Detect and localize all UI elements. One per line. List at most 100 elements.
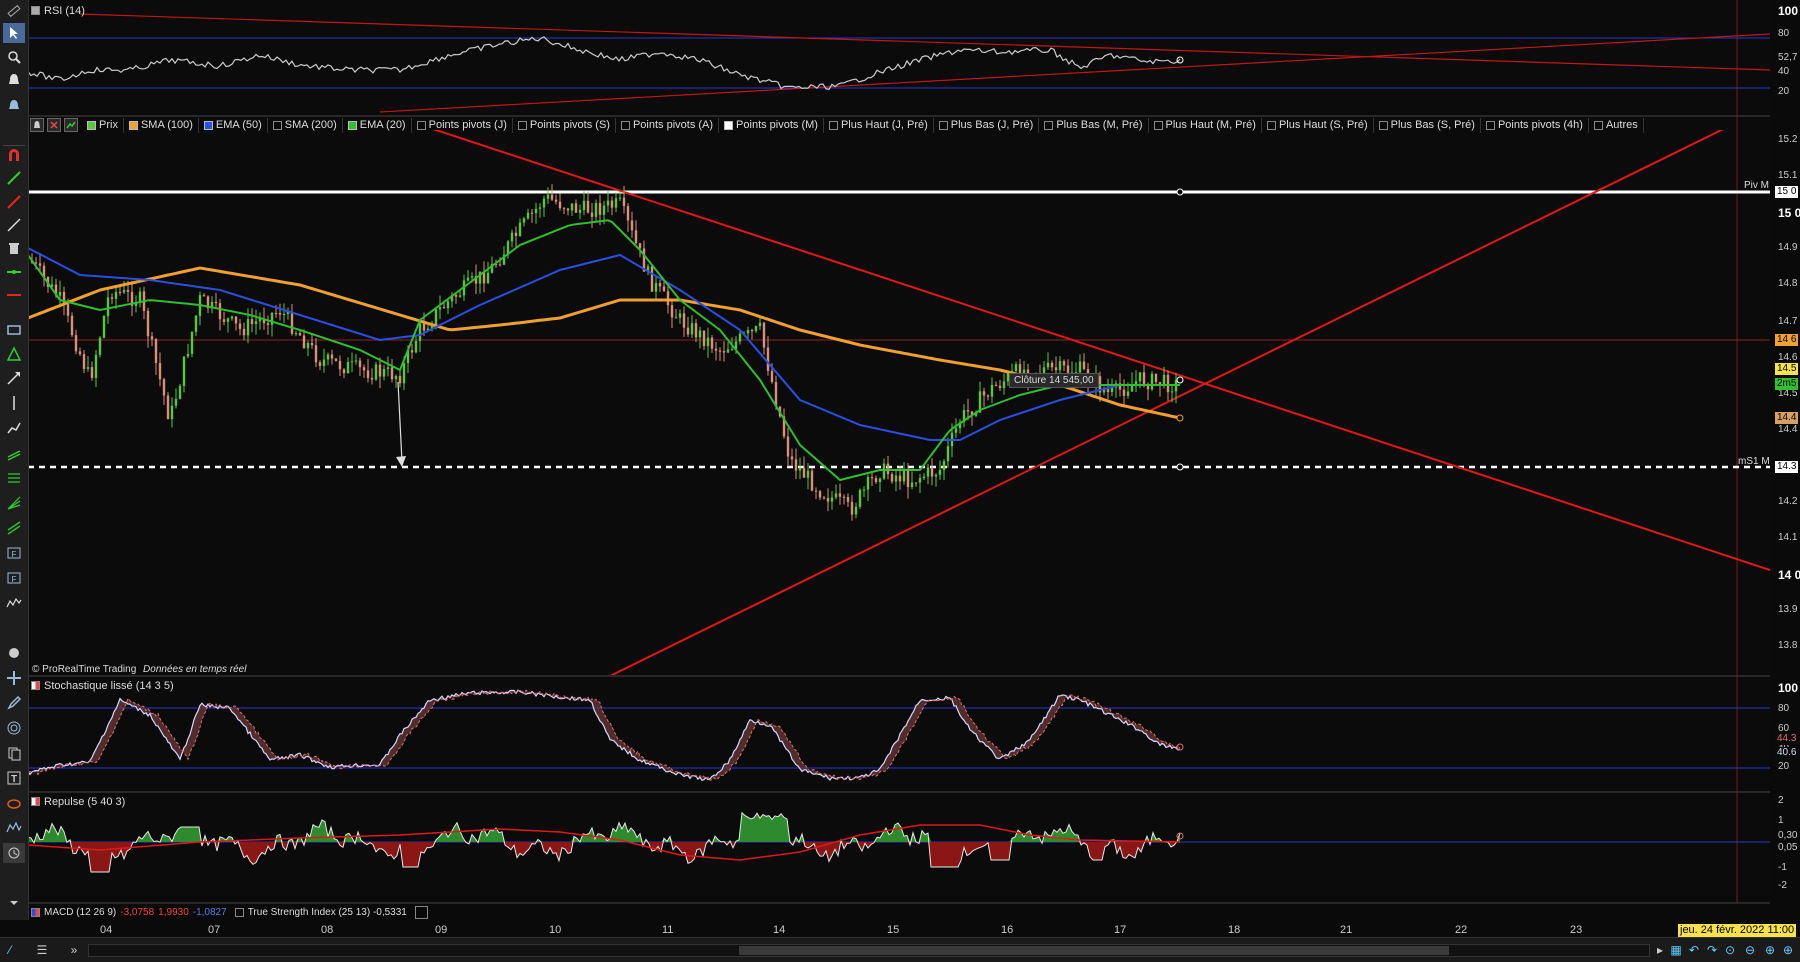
sma-end-marker[interactable]	[1176, 414, 1184, 422]
line-green-icon[interactable]	[3, 168, 25, 188]
alert-icon[interactable]	[3, 70, 25, 90]
chip-checkbox[interactable]	[272, 120, 282, 130]
indicator-chip[interactable]: Plus Bas (M, Pré)	[1039, 117, 1149, 133]
popout-icon[interactable]	[414, 906, 428, 919]
zoom-icon[interactable]	[3, 47, 25, 67]
scroll-left-icon[interactable]: »	[66, 942, 82, 958]
chip-checkbox[interactable]	[620, 120, 630, 130]
spiral-icon[interactable]	[3, 718, 25, 738]
chip-checkbox[interactable]	[416, 120, 426, 130]
chip-checkbox[interactable]	[1485, 120, 1495, 130]
magnet-icon[interactable]	[3, 145, 25, 166]
expand-down-icon[interactable]	[3, 893, 25, 913]
line-white-icon[interactable]	[3, 215, 25, 235]
indicator-chip[interactable]: Plus Bas (S, Pré)	[1374, 117, 1481, 133]
indicator-chip[interactable]: Plus Haut (S, Pré)	[1262, 117, 1374, 133]
bell-icon[interactable]	[30, 118, 44, 132]
indicator-chip[interactable]: Points pivots (4h)	[1481, 117, 1589, 133]
chip-checkbox[interactable]	[1266, 120, 1276, 130]
elliott-wave-icon[interactable]	[3, 818, 25, 838]
copy-icon[interactable]	[3, 743, 25, 763]
indicator-chip[interactable]: Plus Bas (J, Pré)	[934, 117, 1040, 133]
fibonacci-icon[interactable]	[3, 468, 25, 488]
chip-label: Points pivots (M)	[736, 119, 818, 131]
stoch-panel-bg	[28, 677, 1770, 792]
indicator-chip[interactable]: SMA (100)	[124, 117, 199, 133]
indicator-chip[interactable]: Points pivots (M)	[719, 117, 824, 133]
line-red-icon[interactable]	[3, 192, 25, 212]
menu-icon[interactable]: ☰	[34, 942, 50, 958]
fibo-retracement-icon[interactable]: F	[3, 543, 25, 563]
pen-icon[interactable]	[3, 693, 25, 713]
y-tick-label: 2	[1778, 795, 1784, 806]
zoom-out-icon[interactable]: ⊖	[1742, 942, 1758, 958]
chip-checkbox[interactable]	[1378, 120, 1388, 130]
zoom-in-icon[interactable]: ⊕	[1762, 942, 1778, 958]
zoom-reset-icon[interactable]: ⊙	[1722, 942, 1738, 958]
scroll-right-icon[interactable]: ▸	[1652, 942, 1668, 958]
chip-checkbox[interactable]	[1153, 120, 1163, 130]
chip-checkbox[interactable]	[87, 120, 96, 130]
ruler-icon[interactable]	[3, 1, 25, 21]
candle-body	[150, 336, 154, 340]
hline-red-icon[interactable]	[3, 285, 25, 305]
indicator-chip[interactable]: Points pivots (S)	[513, 117, 616, 133]
undo-icon[interactable]: ↶	[1686, 942, 1702, 958]
add-indicator-icon[interactable]	[64, 118, 78, 132]
chip-checkbox[interactable]	[828, 120, 838, 130]
indicator-chip[interactable]: EMA (20)	[343, 117, 412, 133]
scrollbar-thumb[interactable]	[739, 946, 1449, 955]
fibonacci-arc-icon[interactable]	[3, 518, 25, 538]
chip-checkbox[interactable]	[517, 120, 527, 130]
close-icon[interactable]	[47, 118, 61, 132]
chip-checkbox[interactable]	[724, 120, 734, 130]
trash-icon[interactable]	[3, 238, 25, 258]
cursor-icon[interactable]	[3, 23, 25, 43]
indicator-chip[interactable]: Plus Haut (J, Pré)	[824, 117, 934, 133]
chip-checkbox[interactable]	[1593, 120, 1603, 130]
indicator-chip[interactable]: Plus Haut (M, Pré)	[1149, 117, 1262, 133]
indicator-chip[interactable]: Prix	[82, 117, 124, 133]
chip-checkbox[interactable]	[938, 120, 948, 130]
arrow-icon[interactable]	[3, 368, 25, 388]
x-tick-label: 08	[321, 924, 334, 936]
chart-type-icon[interactable]: ⁄	[2, 942, 18, 958]
indicator-chip[interactable]: Autres	[1589, 117, 1644, 133]
vline-icon[interactable]	[3, 393, 25, 413]
triangle-icon[interactable]	[3, 344, 25, 364]
ellipse-icon[interactable]	[3, 794, 25, 814]
chip-checkbox[interactable]	[347, 120, 357, 130]
ms1-end-marker[interactable]	[1176, 463, 1184, 471]
zigzag-icon[interactable]	[3, 593, 25, 613]
chip-checkbox[interactable]	[1044, 120, 1054, 130]
stoch-panel-title[interactable]: Stochastique lissé (14 3 5)	[31, 678, 174, 693]
price-end-marker[interactable]	[1176, 376, 1184, 384]
alert-plus-icon[interactable]	[3, 95, 25, 115]
chart-canvas[interactable]	[0, 0, 1800, 961]
polyline-icon[interactable]	[3, 418, 25, 438]
indicator-chip[interactable]: EMA (50)	[199, 117, 268, 133]
indicator-chip[interactable]: Points pivots (J)	[412, 117, 513, 133]
candle-body	[594, 203, 598, 217]
macd-label-row[interactable]: MACD (12 26 9) -3,0758 1,9930 -1,0827 Tr…	[31, 905, 428, 920]
redo-icon[interactable]: ↷	[1704, 942, 1720, 958]
move-icon[interactable]	[3, 668, 25, 688]
zoom-fit-icon[interactable]: ⊕	[1780, 942, 1796, 958]
hline-green-icon[interactable]	[3, 262, 25, 282]
period-icon[interactable]	[3, 843, 25, 863]
gann-icon[interactable]	[3, 643, 25, 663]
pivot-end-marker[interactable]	[1176, 188, 1184, 196]
rsi-panel-title[interactable]: RSI (14)	[31, 3, 85, 18]
channel-icon[interactable]	[3, 444, 25, 464]
chip-checkbox[interactable]	[128, 120, 138, 130]
horizontal-scrollbar[interactable]	[88, 944, 1650, 957]
indicator-chip[interactable]: SMA (200)	[268, 117, 343, 133]
fibo-extension-icon[interactable]: F	[3, 568, 25, 588]
text-icon[interactable]: T	[3, 768, 25, 788]
rectangle-icon[interactable]	[3, 320, 25, 340]
fibonacci-fan-icon[interactable]	[3, 493, 25, 513]
repulse-panel-title[interactable]: Repulse (5 40 3)	[31, 794, 125, 809]
indicator-chip[interactable]: Points pivots (A)	[616, 117, 720, 133]
chip-checkbox[interactable]	[203, 120, 213, 130]
calendar-icon[interactable]: ▦	[1668, 942, 1684, 958]
